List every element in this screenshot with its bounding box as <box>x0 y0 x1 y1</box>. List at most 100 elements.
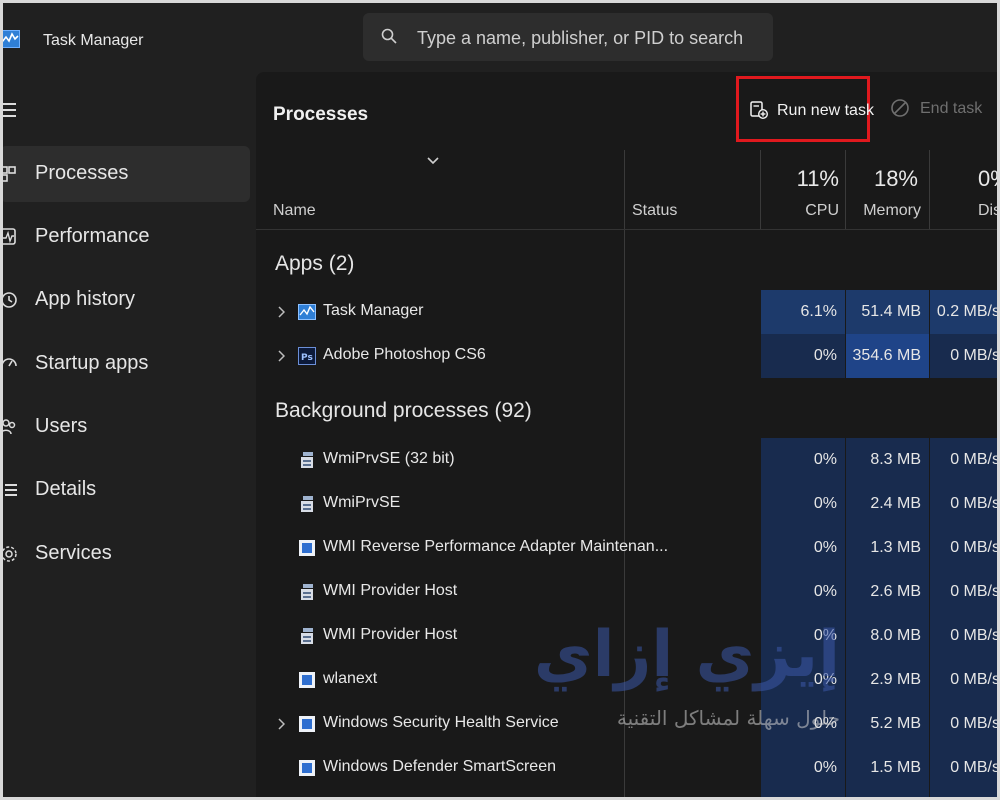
search-icon <box>381 28 397 44</box>
table-row[interactable]: WmiPrvSE 0% 2.4 MB 0 MB/s <box>256 482 1000 526</box>
group-title-apps[interactable]: Apps (2) <box>275 252 354 276</box>
users-icon <box>0 419 16 435</box>
app-history-icon <box>1 292 17 308</box>
cpu-value: 0% <box>813 759 837 776</box>
photoshop-icon: Ps <box>298 347 316 365</box>
table-row[interactable]: WmiPrvSE (32 bit) 0% 8.3 MB 0 MB/s <box>256 438 1000 482</box>
column-header-memory[interactable]: Memory <box>846 202 921 220</box>
memory-total-percent: 18% <box>873 166 918 191</box>
process-name: Adobe Photoshop CS6 <box>323 346 486 363</box>
chevron-down-icon[interactable] <box>426 156 440 166</box>
group-title-background-processes[interactable]: Background processes (92) <box>275 399 532 423</box>
sidebar-item-label: Services <box>35 542 112 564</box>
disk-value: 0 MB/s <box>930 334 1000 378</box>
table-row[interactable]: Windows Defender SmartScreen 0% 1.5 MB 0… <box>256 746 1000 790</box>
disk-value: 0 MB/s <box>950 627 1000 644</box>
title-bar: Task Manager <box>0 0 1000 80</box>
table-row[interactable]: WMI Provider Host 0% 2.6 MB 0 MB/s <box>256 570 1000 614</box>
memory-value: 2.6 MB <box>870 583 921 600</box>
sidebar-item-services[interactable]: Services <box>0 526 250 582</box>
run-new-task-button[interactable]: Run new task <box>736 76 874 142</box>
services-icon <box>1 546 17 562</box>
memory-value: 8.0 MB <box>870 627 921 644</box>
startup-apps-icon <box>1 358 17 367</box>
memory-value: 354.6 MB <box>846 334 929 378</box>
memory-value: 51.4 MB <box>846 290 929 334</box>
sidebar-item-app-history[interactable]: App history <box>0 272 250 328</box>
performance-icon <box>0 228 16 245</box>
service-icon <box>299 716 315 732</box>
svg-text:Ps: Ps <box>301 353 313 363</box>
column-divider <box>845 150 846 230</box>
hamburger-menu-icon[interactable] <box>0 100 18 120</box>
process-name: wlanext <box>323 670 378 687</box>
column-header-name[interactable]: Name <box>273 202 316 220</box>
cpu-value: 0% <box>813 627 837 644</box>
process-name: WMI Provider Host <box>323 582 458 599</box>
sidebar-item-performance[interactable]: Performance <box>0 209 250 265</box>
cpu-value: 0% <box>813 671 837 688</box>
service-icon <box>299 672 315 688</box>
column-divider <box>929 150 930 230</box>
column-header-disk[interactable]: Disk <box>978 202 1000 220</box>
run-new-task-icon <box>750 101 768 119</box>
task-manager-icon <box>0 30 20 48</box>
disk-total-percent: 0% <box>978 166 1000 191</box>
memory-value: 2.4 MB <box>870 495 921 512</box>
process-name: WMI Provider Host <box>323 626 458 643</box>
memory-value: 5.2 MB <box>870 715 921 732</box>
memory-value: 8.3 MB <box>870 451 921 468</box>
cpu-total-percent: 11% <box>796 166 839 191</box>
page-title: Processes <box>273 104 369 125</box>
disk-value: 0 MB/s <box>950 583 1000 600</box>
memory-value: 1.5 MB <box>870 759 921 776</box>
cpu-value: 0% <box>813 495 837 512</box>
service-icon <box>299 540 315 556</box>
disk-value: 0.2 MB/s <box>930 290 1000 334</box>
processes-panel: Processes Run new task End task Name Sta… <box>256 72 1000 800</box>
table-row[interactable]: wlanext 0% 2.9 MB 0 MB/s <box>256 658 1000 702</box>
sidebar-item-details[interactable]: Details <box>0 462 250 518</box>
sidebar-item-startup-apps[interactable]: Startup apps <box>0 336 250 392</box>
search-box[interactable] <box>363 13 773 63</box>
table-row[interactable]: WMI Provider Host 0% 8.0 MB 0 MB/s <box>256 614 1000 658</box>
cpu-value: 6.1% <box>761 290 845 334</box>
details-icon <box>1 484 17 496</box>
cpu-value: 0% <box>761 334 845 378</box>
end-task-label: End task <box>920 100 983 117</box>
app-title: Task Manager <box>43 32 144 49</box>
task-manager-icon <box>298 304 316 320</box>
cpu-value: 0% <box>813 451 837 468</box>
chevron-right-icon[interactable] <box>277 306 285 318</box>
process-name: Windows Defender SmartScreen <box>323 758 556 775</box>
disk-header-clip: 0% Disk <box>930 150 1000 230</box>
column-header-status[interactable]: Status <box>632 202 677 220</box>
sidebar-item-label: Details <box>35 478 97 500</box>
sidebar-item-label: Processes <box>35 162 129 184</box>
sidebar-item-label: Users <box>35 415 88 437</box>
sidebar-item-users[interactable]: Users <box>0 399 250 455</box>
end-task-icon <box>891 99 909 117</box>
process-name: WMI Reverse Performance Adapter Maintena… <box>323 538 669 555</box>
cpu-value: 0% <box>813 583 837 600</box>
table-row[interactable]: Ps Adobe Photoshop CS6 0% 354.6 MB 0 MB/… <box>256 334 1000 378</box>
column-header-cpu[interactable]: CPU <box>761 202 839 220</box>
sidebar-item-label: Performance <box>35 225 150 247</box>
wmi-icon <box>301 628 313 644</box>
disk-value: 0 MB/s <box>950 715 1000 732</box>
chevron-right-icon[interactable] <box>277 350 285 362</box>
processes-icon <box>0 166 16 182</box>
table-row[interactable]: Task Manager 6.1% 51.4 MB 0.2 MB/s <box>256 290 1000 334</box>
table-row[interactable]: WMI Reverse Performance Adapter Maintena… <box>256 526 1000 570</box>
sidebar-item-processes[interactable]: Processes <box>0 146 250 202</box>
disk-value: 0 MB/s <box>950 759 1000 776</box>
chevron-right-icon[interactable] <box>277 718 285 730</box>
search-input[interactable] <box>415 13 759 63</box>
service-icon <box>299 760 315 776</box>
table-row[interactable]: Windows Security Health Service 0% 5.2 M… <box>256 702 1000 746</box>
cpu-value: 0% <box>813 539 837 556</box>
process-name: Task Manager <box>323 302 424 319</box>
process-name: WmiPrvSE <box>323 494 401 511</box>
sidebar-item-label: Startup apps <box>35 352 149 374</box>
wmi-icon <box>301 584 313 600</box>
